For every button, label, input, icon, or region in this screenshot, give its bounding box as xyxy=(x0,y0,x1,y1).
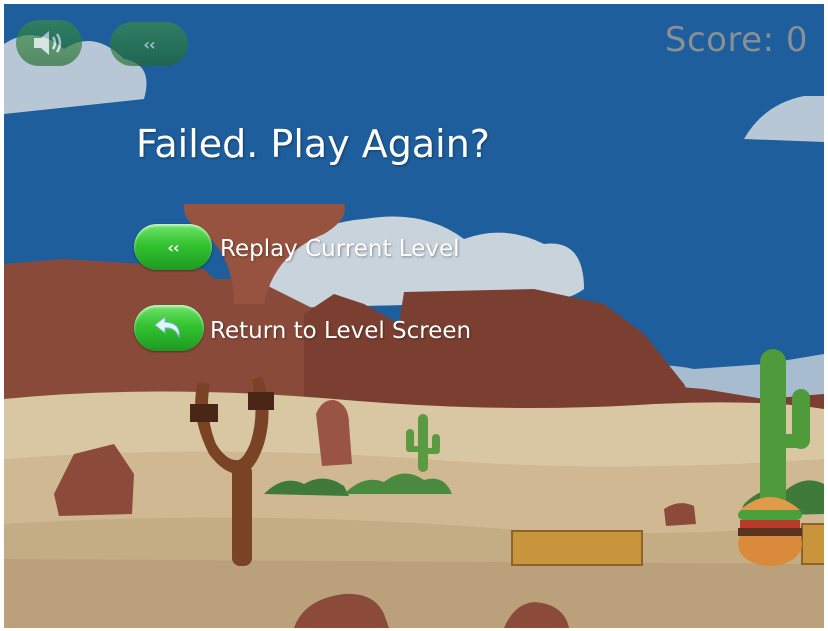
burger xyxy=(738,497,802,566)
return-arrow-icon xyxy=(154,315,180,339)
return-to-levels-button[interactable] xyxy=(134,305,204,351)
replay-level-label[interactable]: Replay Current Level xyxy=(220,236,460,262)
double-chevron-left-icon: ‹‹ xyxy=(143,34,155,54)
double-chevron-left-icon: ‹‹ xyxy=(167,237,179,257)
score-label: Score: 0 xyxy=(664,20,808,60)
wooden-plank xyxy=(511,530,643,566)
game-canvas[interactable]: ‹‹ Score: 0 Failed. Play Again? ‹‹ Repla… xyxy=(4,4,824,628)
wooden-plank xyxy=(801,523,824,565)
rock xyxy=(664,503,696,526)
sound-toggle-button[interactable] xyxy=(16,20,82,66)
return-to-levels-label[interactable]: Return to Level Screen xyxy=(210,318,471,344)
back-button[interactable]: ‹‹ xyxy=(110,22,188,66)
replay-level-button[interactable]: ‹‹ xyxy=(134,224,212,270)
ground xyxy=(4,559,824,628)
dialog-title: Failed. Play Again? xyxy=(136,122,490,166)
speaker-icon xyxy=(34,31,62,55)
desert-background xyxy=(4,4,824,628)
